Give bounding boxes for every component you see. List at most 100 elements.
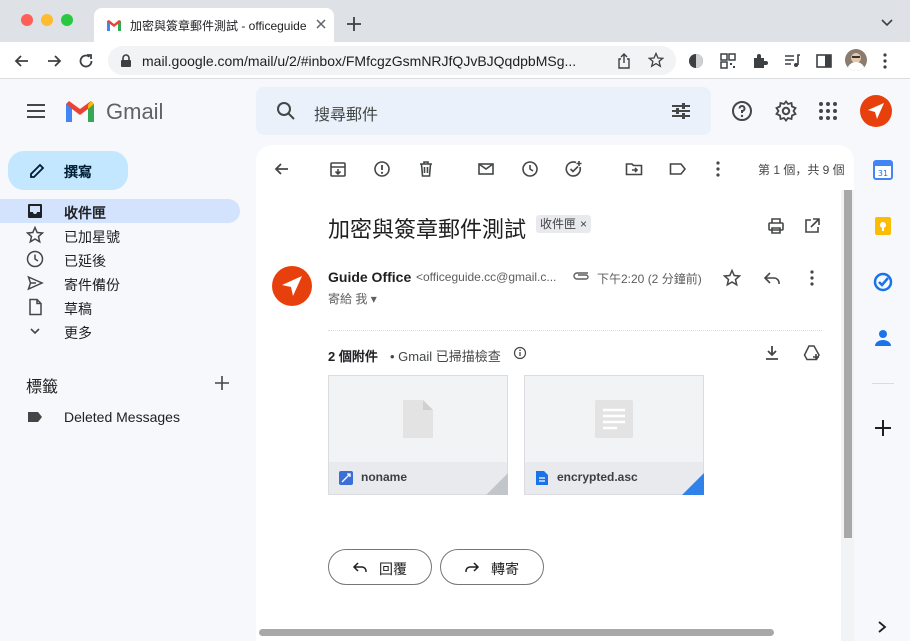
scrollbar-thumb[interactable] (844, 190, 852, 538)
sidebar-item-snoozed[interactable]: 已延後 (0, 247, 240, 271)
reply-label: 回覆 (379, 561, 407, 577)
browser-window: 加密與簽章郵件測試 - officeguide mail.google.com/… (0, 0, 910, 641)
sidebar-item-label: 更多 (64, 325, 92, 341)
add-task-icon[interactable] (564, 159, 584, 179)
search-input[interactable]: 搜尋郵件 (314, 101, 378, 125)
print-icon[interactable] (766, 216, 786, 236)
app-icon (339, 471, 353, 485)
help-icon[interactable] (730, 99, 754, 123)
search-options-icon[interactable] (669, 99, 693, 123)
more-actions-icon[interactable] (708, 159, 728, 179)
inbox-icon (26, 202, 44, 220)
add-label-icon[interactable] (213, 374, 231, 392)
snooze-clock-icon[interactable] (520, 159, 540, 179)
compose-button[interactable]: 撰寫 (8, 151, 128, 190)
sender-email: <officeguide.cc@gmail.c... (416, 270, 557, 284)
sidebar-item-more[interactable]: 更多 (0, 319, 240, 343)
reply-button[interactable]: 回覆 (328, 549, 432, 585)
attachment-card[interactable]: noname (328, 375, 508, 495)
account-avatar[interactable] (860, 95, 892, 127)
add-to-drive-icon[interactable] (802, 343, 822, 363)
chip-label: 收件匣 (540, 217, 577, 231)
message-subject: 加密與簽章郵件測試 (328, 217, 527, 242)
share-icon[interactable] (616, 52, 632, 70)
remove-label-icon[interactable]: × (580, 217, 587, 231)
side-panel-icon[interactable] (815, 52, 833, 70)
sender-name[interactable]: Guide Office (328, 269, 411, 285)
browser-tab[interactable]: 加密與簽章郵件測試 - officeguide (94, 8, 334, 42)
minimize-window-button[interactable] (41, 14, 53, 26)
show-details-icon[interactable]: ▾ (371, 292, 377, 306)
settings-gear-icon[interactable] (774, 99, 798, 123)
compose-label: 撰寫 (64, 164, 92, 180)
page-curl-icon (486, 473, 508, 495)
gmail-wordmark: Gmail (106, 99, 164, 124)
forward-icon[interactable] (45, 52, 63, 70)
browser-menu-icon[interactable] (882, 52, 900, 70)
archive-icon[interactable] (328, 159, 348, 179)
forward-button[interactable]: 轉寄 (440, 549, 544, 585)
sidebar-item-label: 草稿 (64, 301, 92, 317)
label-icon[interactable] (668, 159, 688, 179)
chevron-down-icon (26, 322, 44, 340)
tab-search-icon[interactable] (880, 18, 894, 28)
back-to-inbox-icon[interactable] (272, 159, 292, 179)
sidebar-item-sent[interactable]: 寄件備份 (0, 271, 240, 295)
address-bar[interactable]: mail.google.com/mail/u/2/#inbox/FMfcgzGs… (108, 46, 676, 75)
sender-avatar[interactable] (272, 266, 312, 306)
media-control-icon[interactable] (783, 52, 801, 70)
close-window-button[interactable] (21, 14, 33, 26)
search-icon[interactable] (274, 99, 298, 123)
attachment-footer: noname (329, 462, 507, 494)
profile-avatar[interactable] (845, 49, 867, 71)
maximize-window-button[interactable] (61, 14, 73, 26)
rail-divider (872, 383, 894, 384)
expand-panel-icon[interactable] (876, 620, 888, 634)
move-to-folder-icon[interactable] (624, 159, 644, 179)
info-icon[interactable] (513, 346, 527, 360)
recipient-summary[interactable]: 寄給 我 ▾ (328, 290, 377, 307)
star-message-icon[interactable] (722, 268, 742, 288)
calendar-icon[interactable]: 31 (872, 159, 894, 181)
apps-grid-icon[interactable] (816, 99, 840, 123)
sidebar-item-inbox[interactable]: 收件匣 (0, 199, 240, 223)
delete-icon[interactable] (416, 159, 436, 179)
reload-icon[interactable] (77, 52, 95, 70)
vertical-scrollbar[interactable] (841, 190, 854, 641)
reply-arrow-icon (351, 559, 369, 577)
svg-text:31: 31 (878, 169, 888, 178)
search-bar[interactable]: 搜尋郵件 (256, 87, 711, 135)
bookmark-star-icon[interactable] (648, 52, 664, 68)
sidebar-item-label: Deleted Messages (64, 409, 180, 425)
inbox-label-chip[interactable]: 收件匣 × (536, 215, 592, 233)
report-spam-icon[interactable] (372, 159, 392, 179)
horizontal-scrollbar-thumb[interactable] (259, 629, 774, 636)
mark-unread-icon[interactable] (476, 159, 496, 179)
back-icon[interactable] (13, 52, 31, 70)
open-in-new-window-icon[interactable] (802, 216, 822, 236)
forward-label: 轉寄 (491, 561, 519, 577)
lock-icon[interactable] (120, 54, 132, 68)
sidebar-item-starred[interactable]: 已加星號 (0, 223, 240, 247)
pencil-icon (28, 162, 46, 180)
gmail-logo-icon[interactable] (64, 98, 96, 124)
contacts-icon[interactable] (872, 327, 894, 349)
new-tab-icon[interactable] (346, 16, 362, 32)
reply-icon[interactable] (762, 268, 782, 288)
sidebar-item-drafts[interactable]: 草稿 (0, 295, 240, 319)
close-tab-icon[interactable] (315, 18, 327, 30)
message-view: 第 1 個，共 9 個 加密與簽章郵件測試 收件匣 × Guide Office … (256, 145, 854, 641)
attachments-count: 2 個附件 (328, 349, 378, 364)
sidebar-label-deleted-messages[interactable]: Deleted Messages (0, 405, 240, 429)
attachment-card[interactable]: encrypted.asc (524, 375, 704, 495)
main-menu-icon[interactable] (24, 99, 48, 123)
download-all-icon[interactable] (762, 343, 782, 363)
qr-code-icon[interactable] (719, 52, 737, 70)
extensions-icon[interactable] (751, 52, 769, 70)
text-file-icon (593, 398, 635, 440)
tasks-icon[interactable] (872, 271, 894, 293)
dark-reader-icon[interactable] (687, 52, 705, 70)
keep-icon[interactable] (872, 215, 894, 237)
get-addons-icon[interactable] (872, 417, 894, 439)
message-more-icon[interactable] (802, 268, 822, 288)
